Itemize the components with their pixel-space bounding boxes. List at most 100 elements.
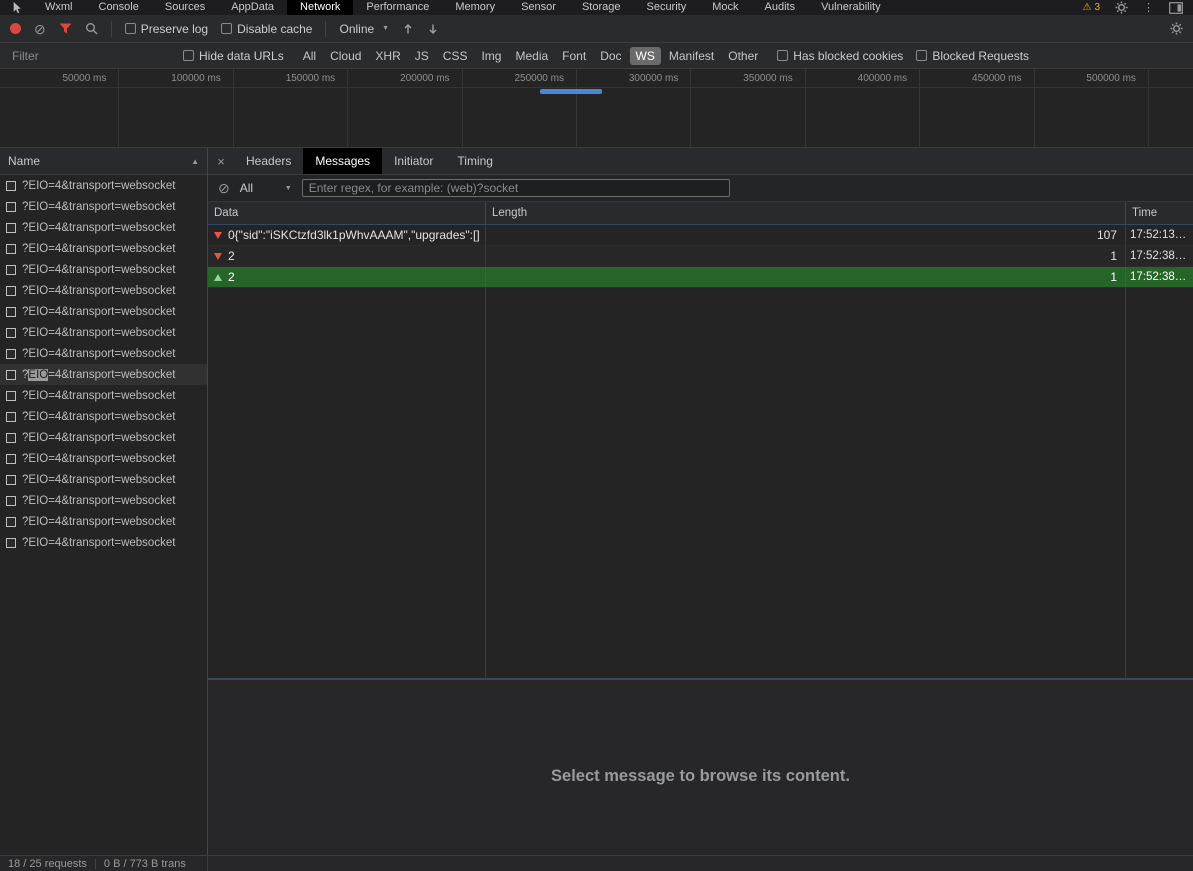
websocket-request-icon (6, 390, 16, 401)
settings-gear-icon[interactable] (1115, 1, 1128, 14)
detail-tab-messages[interactable]: Messages (303, 148, 383, 174)
request-row[interactable]: ?EIO=4&transport=websocket (0, 259, 207, 280)
message-regex-input[interactable] (301, 179, 730, 197)
top-tab-performance[interactable]: Performance (353, 0, 442, 15)
export-har-icon[interactable] (427, 23, 439, 35)
request-row[interactable]: ?EIO=4&transport=websocket (0, 196, 207, 217)
network-settings-gear-icon[interactable] (1170, 22, 1183, 35)
filter-pill-js[interactable]: JS (409, 47, 435, 65)
import-har-icon[interactable] (402, 23, 414, 35)
request-row[interactable]: ?EIO=4&transport=websocket (0, 343, 207, 364)
message-time-cell: 17:52:13… (1130, 229, 1187, 241)
request-row[interactable]: ?EIO=4&transport=websocket (0, 322, 207, 343)
more-options-icon[interactable]: ⋮ (1143, 1, 1154, 14)
record-button[interactable] (10, 23, 21, 34)
filter-pill-css[interactable]: CSS (437, 47, 474, 65)
message-type-value: All (239, 181, 254, 195)
message-row[interactable]: 2 1 17:52:38… (208, 267, 1193, 288)
top-tab-vulnerability[interactable]: Vulnerability (808, 0, 894, 15)
request-name: ?EIO=4&transport=websocket (22, 473, 176, 486)
preserve-log-checkbox[interactable]: Preserve log (124, 22, 208, 36)
blocked-requests-checkbox[interactable]: Blocked Requests (916, 49, 1029, 63)
message-row[interactable]: 2 1 17:52:38… (208, 246, 1193, 267)
clear-messages-icon[interactable]: ⊘ (218, 181, 230, 195)
websocket-request-icon (6, 243, 16, 254)
request-row[interactable]: ?EIO=4&transport=websocket (0, 532, 207, 553)
timeline-tick-label: 100000 ms (171, 73, 221, 84)
received-arrow-icon (214, 231, 222, 239)
request-row[interactable]: ?EIO=4&transport=websocket (0, 490, 207, 511)
message-data-cell: 2 (208, 246, 486, 266)
timeline-selection-bar[interactable] (540, 89, 602, 94)
filter-pill-media[interactable]: Media (509, 47, 554, 65)
filter-pill-font[interactable]: Font (556, 47, 592, 65)
requests-count-status: 18 / 25 requests (8, 857, 87, 870)
message-time-cell: 17:52:38… (1130, 271, 1187, 283)
filter-pill-xhr[interactable]: XHR (369, 47, 406, 65)
sort-ascending-icon: ▲ (191, 156, 199, 166)
disable-cache-checkbox[interactable]: Disable cache (221, 22, 312, 36)
request-row[interactable]: ?EIO=4&transport=websocket (0, 511, 207, 532)
request-row[interactable]: ?EIO=4&transport=websocket (0, 448, 207, 469)
request-name: ?EIO=4&transport=websocket (22, 221, 176, 234)
detail-tab-initiator[interactable]: Initiator (382, 148, 445, 174)
filter-pill-all[interactable]: All (297, 47, 322, 65)
devtools-window: Wxml Console Sources AppData Network Performa… (0, 0, 1193, 871)
detail-tab-headers[interactable]: Headers (234, 148, 303, 174)
request-row[interactable]: ?EIO=4&transport=websocket (0, 217, 207, 238)
top-tab-mock[interactable]: Mock (699, 0, 751, 15)
dock-layout-icon[interactable] (1169, 1, 1183, 14)
timeline-overview[interactable]: 50000 ms 100000 ms 150000 ms 200000 ms 25000… (0, 69, 1193, 148)
warning-count: 3 (1094, 2, 1100, 13)
request-row[interactable]: ?EIO=4&transport=websocket (0, 364, 207, 385)
message-preview-pane: Select message to browse its content. (208, 680, 1193, 855)
top-tab-console[interactable]: Console (86, 0, 152, 15)
request-row[interactable]: ?EIO=4&transport=websocket (0, 238, 207, 259)
request-row[interactable]: ?EIO=4&transport=websocket (0, 385, 207, 406)
request-row[interactable]: ?EIO=4&transport=websocket (0, 301, 207, 322)
warning-count-badge[interactable]: ⚠ 3 (1082, 2, 1100, 13)
top-tab-memory[interactable]: Memory (442, 0, 508, 15)
hide-data-urls-checkbox[interactable]: Hide data URLs (183, 49, 284, 63)
top-tab-wxml[interactable]: Wxml (32, 0, 86, 15)
has-blocked-cookies-checkbox[interactable]: Has blocked cookies (777, 49, 903, 63)
messages-column-header-length[interactable]: Length (486, 202, 1126, 224)
search-icon[interactable] (85, 22, 98, 35)
request-name: ?EIO=4&transport=websocket (22, 179, 176, 192)
top-tab-sources[interactable]: Sources (152, 0, 218, 15)
filter-pill-img[interactable]: Img (475, 47, 507, 65)
request-row[interactable]: ?EIO=4&transport=websocket (0, 280, 207, 301)
top-tab-appdata[interactable]: AppData (218, 0, 287, 15)
filter-pill-manifest[interactable]: Manifest (663, 47, 720, 65)
filter-input[interactable] (12, 48, 170, 63)
close-detail-button[interactable]: × (208, 148, 234, 174)
request-row[interactable]: ?EIO=4&transport=websocket (0, 427, 207, 448)
request-name: ?EIO=4&transport=websocket (22, 410, 176, 423)
messages-column-header-time[interactable]: Time (1126, 202, 1193, 224)
message-row[interactable]: 0{"sid":"iSKCtzfd3lk1pWhvAAAM","upgrades… (208, 225, 1193, 246)
request-row[interactable]: ?EIO=4&transport=websocket (0, 469, 207, 490)
filter-pill-doc[interactable]: Doc (594, 47, 627, 65)
clear-requests-icon[interactable]: ⊘ (34, 22, 46, 36)
filter-pill-ws[interactable]: WS (629, 46, 661, 65)
detail-tab-timing[interactable]: Timing (445, 148, 505, 174)
hide-data-urls-label: Hide data URLs (199, 48, 284, 63)
filter-pill-cloud[interactable]: Cloud (324, 47, 367, 65)
filter-funnel-icon[interactable] (59, 23, 72, 34)
top-tab-storage[interactable]: Storage (569, 0, 634, 15)
top-tab-security[interactable]: Security (633, 0, 699, 15)
top-tab-sensor[interactable]: Sensor (508, 0, 569, 15)
websocket-request-icon (6, 453, 16, 464)
request-list-name-header[interactable]: Name ▲ (0, 148, 207, 175)
request-row[interactable]: ?EIO=4&transport=websocket (0, 406, 207, 427)
filter-pill-other[interactable]: Other (722, 47, 764, 65)
websocket-request-icon (6, 264, 16, 275)
top-tab-audits[interactable]: Audits (752, 0, 809, 15)
inspect-element-button[interactable] (0, 0, 32, 15)
messages-column-header-data[interactable]: Data (208, 202, 486, 224)
throttling-dropdown[interactable]: Online ▼ (339, 22, 389, 36)
blocked-requests-label: Blocked Requests (932, 48, 1030, 63)
top-tab-network[interactable]: Network (287, 0, 354, 15)
message-type-dropdown[interactable]: All ▼ (240, 181, 292, 195)
request-row[interactable]: ?EIO=4&transport=websocket (0, 175, 207, 196)
